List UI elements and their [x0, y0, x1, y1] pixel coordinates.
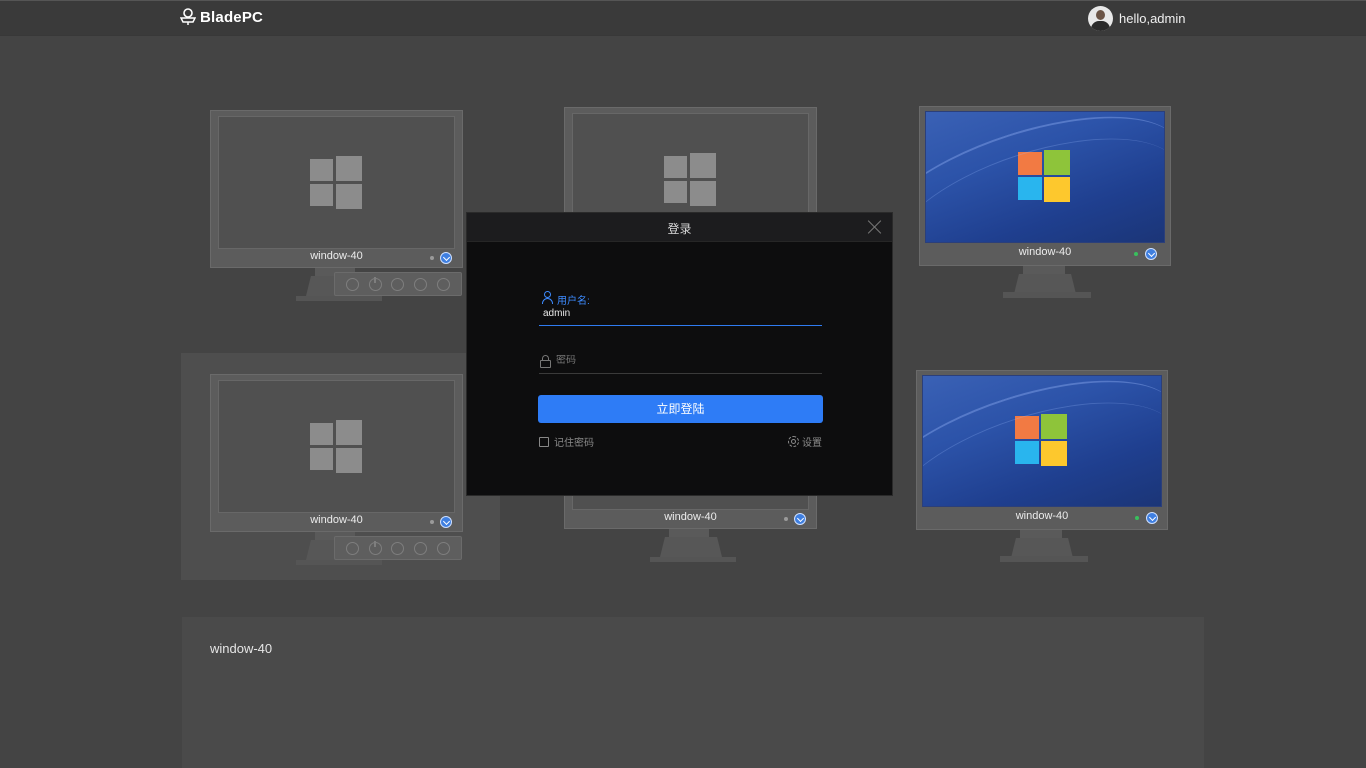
- power-icon[interactable]: [368, 276, 382, 291]
- monitor-screen[interactable]: [218, 116, 455, 249]
- status-indicator: [784, 517, 788, 521]
- chevron-down-icon[interactable]: [440, 516, 452, 528]
- restart-icon[interactable]: [391, 541, 405, 555]
- status-indicator: [430, 256, 434, 260]
- monitor-toolbar: [334, 536, 462, 560]
- user-greeting: hello,admin: [1119, 11, 1186, 26]
- remember-checkbox[interactable]: [539, 436, 549, 447]
- monitor-name: window-40: [310, 514, 363, 526]
- modal-title: 登录: [667, 222, 692, 236]
- avatar[interactable]: [1088, 6, 1113, 31]
- brand-name: BladePC: [200, 8, 264, 26]
- status-indicator: [1135, 516, 1139, 520]
- monitor-card-1[interactable]: window-40: [210, 110, 463, 305]
- bladepc-logo-icon: [180, 8, 196, 25]
- connect-icon[interactable]: [437, 277, 451, 291]
- remember-label: 记住密码: [554, 438, 594, 449]
- detail-title: window-40: [210, 641, 273, 656]
- windows-logo-icon: [663, 152, 718, 207]
- username-field[interactable]: 用户名:: [539, 291, 822, 326]
- windows-logo-icon: [309, 419, 364, 474]
- power-icon[interactable]: [368, 540, 382, 555]
- monitor-toolbar: [334, 272, 462, 296]
- lock-icon: [540, 355, 551, 368]
- shutdown-icon[interactable]: [414, 277, 428, 291]
- connect-icon[interactable]: [437, 541, 451, 555]
- info-icon[interactable]: [345, 277, 359, 291]
- info-icon[interactable]: [345, 541, 359, 555]
- monitor-name: window-40: [1018, 246, 1072, 258]
- close-icon[interactable]: [868, 220, 882, 234]
- chevron-down-icon[interactable]: [440, 252, 452, 264]
- windows-logo-icon: [1018, 150, 1072, 204]
- modal-header: 登录: [467, 213, 892, 242]
- remember-password[interactable]: 记住密码: [539, 434, 594, 449]
- settings-label: 设置: [802, 438, 822, 449]
- status-indicator: [1134, 252, 1138, 256]
- restart-icon[interactable]: [391, 277, 405, 291]
- monitor-name: window-40: [1015, 510, 1069, 522]
- brand[interactable]: BladePC: [180, 8, 263, 26]
- password-input[interactable]: [556, 355, 806, 366]
- windows-logo-icon: [309, 155, 364, 210]
- shutdown-icon[interactable]: [414, 541, 428, 555]
- detail-panel: window-40: [182, 617, 1204, 768]
- password-field[interactable]: [539, 353, 822, 374]
- login-button[interactable]: 立即登陆: [538, 395, 823, 423]
- settings-link[interactable]: 设置: [788, 434, 822, 449]
- monitor-name: window-40: [310, 250, 363, 262]
- top-bar: BladePC hello,admin: [0, 0, 1366, 36]
- monitor-card-6[interactable]: window-40: [916, 370, 1168, 565]
- login-modal: 登录 用户名: 立即登陆 记住密码 设置: [466, 212, 893, 496]
- gear-icon: [788, 436, 799, 447]
- username-input[interactable]: [543, 308, 803, 319]
- user-icon: [541, 291, 553, 304]
- monitor-card-3[interactable]: window-40: [919, 106, 1171, 301]
- user-menu[interactable]: hello,admin: [1088, 6, 1186, 31]
- monitor-screen[interactable]: [925, 111, 1165, 243]
- status-indicator: [430, 520, 434, 524]
- monitor-name: window-40: [664, 511, 717, 523]
- monitor-screen[interactable]: [922, 375, 1162, 507]
- chevron-down-icon[interactable]: [1146, 512, 1158, 524]
- chevron-down-icon[interactable]: [794, 513, 806, 525]
- chevron-down-icon[interactable]: [1145, 248, 1157, 260]
- monitor-screen[interactable]: [218, 380, 455, 513]
- windows-logo-icon: [1015, 414, 1069, 468]
- monitor-card-4[interactable]: window-40: [210, 374, 463, 569]
- username-label: 用户名:: [557, 296, 590, 307]
